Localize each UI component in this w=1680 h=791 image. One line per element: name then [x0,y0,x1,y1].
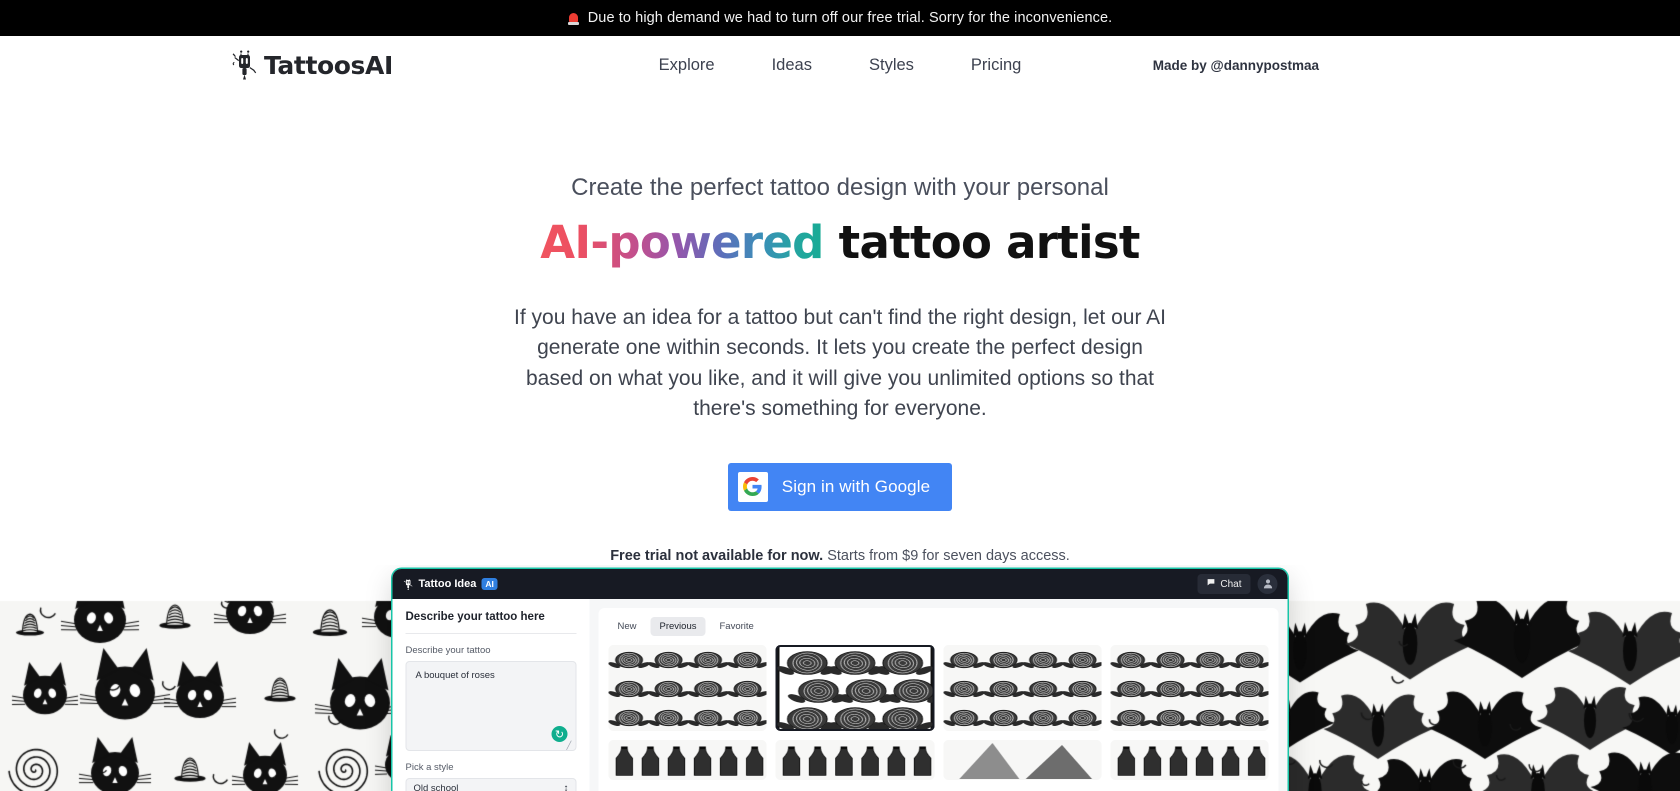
showcase-section: Tattoo Idea AI Chat Describe your tattoo… [0,565,1680,791]
refresh-icon[interactable]: ↻ [551,726,568,742]
result-card-6[interactable] [775,740,934,780]
trial-note: Free trial not available for now. Starts… [0,548,1680,564]
sign-in-button-label: Sign in with Google [781,476,931,496]
tab-favorite[interactable]: Favorite [710,617,762,636]
app-topbar-actions: Chat [1197,574,1278,594]
hero-kicker: Create the perfect tattoo design with yo… [571,174,1109,201]
result-card-4[interactable] [1110,645,1269,731]
style-field-label: Pick a style [405,762,454,773]
describe-textarea-value: A bouquet of roses [415,670,495,681]
app-brand[interactable]: Tattoo Idea AI [403,577,498,591]
right-artwork-strip [1260,565,1680,791]
google-g-icon [737,471,768,502]
results-tabs: New Previous Favorite [609,617,1269,636]
tattoo-machine-icon [403,577,414,591]
chat-bubble-icon [1206,578,1215,590]
results-card: New Previous Favorite [598,608,1279,791]
app-topbar: Tattoo Idea AI Chat [392,569,1288,599]
result-card-7[interactable] [943,740,1102,780]
navbar: TattoosAI Explore Ideas Styles Pricing M… [0,36,1680,94]
style-select-value: Old school [413,782,459,791]
alert-banner: Due to high demand we had to turn off ou… [0,0,1680,36]
trial-note-bold: Free trial not available for now. [610,547,824,564]
trial-note-rest: Starts from $9 for seven days access. [823,547,1070,564]
resize-grip-icon[interactable]: ╱ [567,742,574,750]
app-body: Describe your tattoo here Describe your … [392,599,1288,791]
hero-paragraph: If you have an idea for a tattoo but can… [514,305,1166,421]
user-avatar-icon [1262,577,1273,592]
chevron-updown-icon: ↕ [563,782,569,791]
chat-button-label: Chat [1220,578,1242,590]
page-title: AI-powered tattoo artist [0,217,1680,269]
black-cat-tattoo-art [0,565,420,791]
bat-tattoo-art [1260,565,1680,791]
siren-icon [567,11,579,26]
app-preview-window: Tattoo Idea AI Chat Describe your tattoo… [392,569,1288,791]
user-avatar-button[interactable] [1257,574,1278,594]
style-select[interactable]: Old school ↕ [405,778,577,791]
describe-textarea[interactable]: A bouquet of roses ↻ ╱ [405,661,577,751]
app-sidebar: Describe your tattoo here Describe your … [392,599,590,791]
chat-button[interactable]: Chat [1197,574,1251,594]
result-card-5[interactable] [608,740,767,780]
results-grid [608,645,1269,780]
hero-title-gradient: AI-powered [540,216,824,270]
ai-badge: AI [481,577,498,591]
hero-title-rest: tattoo artist [823,216,1141,270]
left-artwork-strip [0,565,420,791]
made-by-credit[interactable]: Made by @dannypostmaa [0,58,1680,73]
result-card-2[interactable] [775,645,934,731]
alert-banner-text: Due to high demand we had to turn off ou… [587,10,1113,26]
result-card-1[interactable] [608,645,767,731]
app-main-panel: New Previous Favorite [589,599,1288,791]
tab-previous[interactable]: Previous [650,617,706,636]
result-card-3[interactable] [943,645,1102,731]
tab-new[interactable]: New [609,617,646,636]
sidebar-title: Describe your tattoo here [405,611,577,634]
sign-in-with-google-button[interactable]: Sign in with Google [727,462,953,511]
cta-row: Sign in with Google [0,462,1680,511]
hero-section: Create the perfect tattoo design with yo… [0,94,1680,564]
describe-field-label: Describe your tattoo [405,645,491,656]
app-brand-label: Tattoo Idea [418,578,477,590]
result-card-8[interactable] [1110,740,1269,780]
